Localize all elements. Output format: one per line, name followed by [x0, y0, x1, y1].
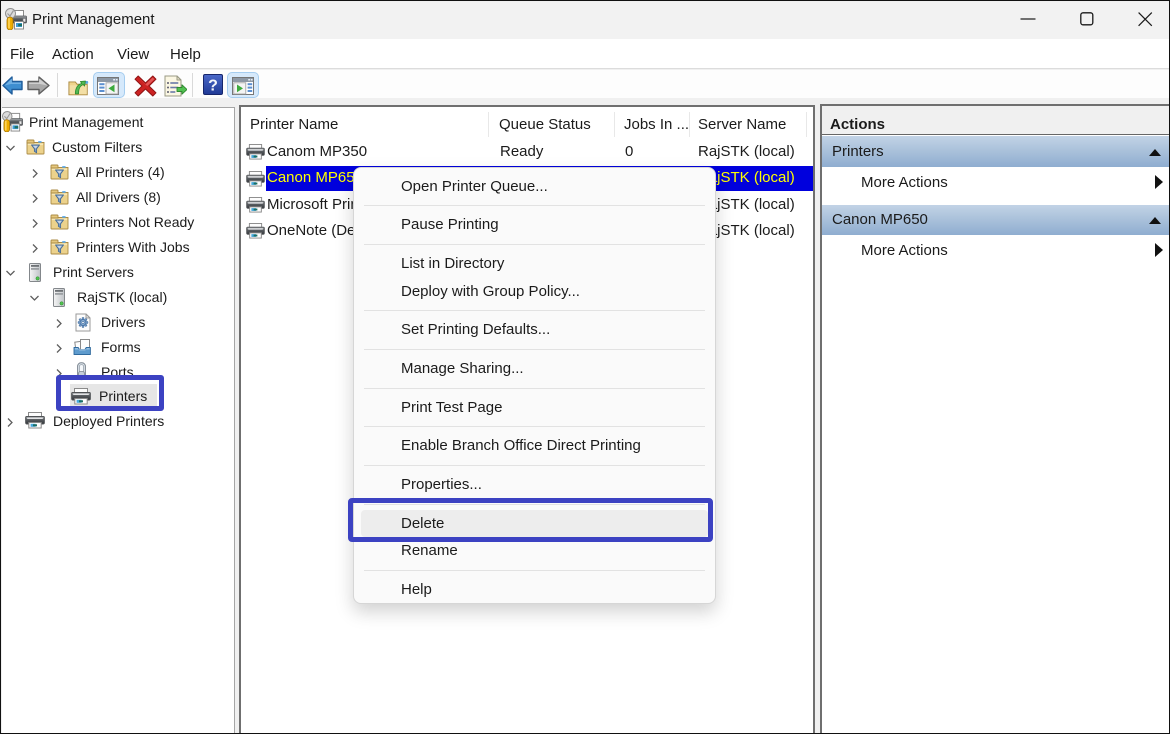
svg-text:?: ? [208, 78, 218, 95]
